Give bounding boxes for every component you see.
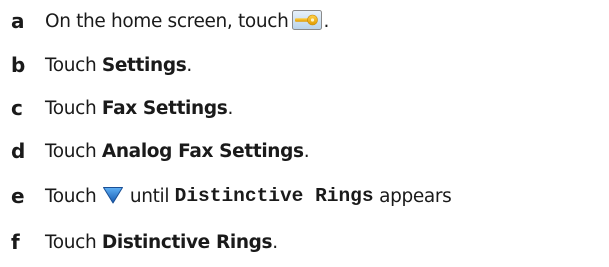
step-letter: c bbox=[11, 96, 23, 120]
step-text-end: . bbox=[272, 231, 278, 253]
step-text: Touch bbox=[45, 140, 102, 162]
step-text-mid: until bbox=[129, 185, 175, 207]
step-letter: b bbox=[11, 53, 25, 77]
step-d: d Touch Analog Fax Settings . bbox=[0, 135, 310, 167]
step-b: b Touch Settings . bbox=[0, 49, 192, 81]
step-text-end: appears bbox=[373, 185, 452, 207]
step-text-end: . bbox=[323, 10, 329, 32]
lcd-text-distinctive-rings: Distinctive Rings bbox=[174, 185, 374, 207]
ui-label-distinctive-rings: Distinctive Rings bbox=[101, 231, 273, 253]
step-letter: d bbox=[11, 139, 25, 163]
settings-key-icon bbox=[292, 10, 323, 30]
step-text: Touch bbox=[45, 54, 102, 76]
step-c: c Touch Fax Settings . bbox=[0, 92, 233, 124]
step-text: Touch bbox=[45, 185, 102, 207]
step-f: f Touch Distinctive Rings . bbox=[0, 226, 278, 258]
ui-label-analog-fax-settings: Analog Fax Settings bbox=[101, 140, 304, 162]
step-e: e Touch until Distinctive Rings appears bbox=[0, 180, 452, 212]
step-text: On the home screen, touch bbox=[45, 10, 289, 32]
step-text-end: . bbox=[227, 97, 233, 119]
step-letter: e bbox=[11, 184, 25, 208]
step-text-end: . bbox=[303, 140, 310, 162]
ui-label-settings: Settings bbox=[101, 54, 187, 76]
step-letter: a bbox=[11, 9, 25, 33]
step-text: Touch bbox=[45, 231, 102, 253]
step-letter: f bbox=[11, 230, 20, 254]
down-arrow-icon bbox=[102, 186, 124, 204]
step-text-end: . bbox=[186, 54, 192, 76]
step-text: Touch bbox=[45, 97, 102, 119]
ui-label-fax-settings: Fax Settings bbox=[101, 97, 228, 119]
step-a: a On the home screen, touch . bbox=[0, 5, 329, 37]
